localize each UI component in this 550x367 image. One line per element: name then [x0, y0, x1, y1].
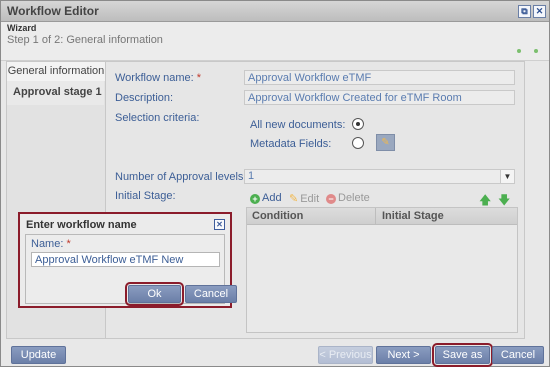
save-as-button[interactable]: Save as: [432, 343, 493, 367]
title-bar: Workflow Editor ⧉ ✕: [1, 1, 549, 22]
wizard-label: Wizard: [7, 23, 37, 33]
update-button[interactable]: Update: [11, 346, 66, 364]
chevron-down-icon: ▼: [500, 170, 514, 183]
previous-button[interactable]: < Previous: [318, 346, 373, 364]
ok-button[interactable]: Ok: [125, 282, 184, 306]
column-divider: [375, 208, 376, 224]
close-icon[interactable]: ✕: [214, 219, 225, 230]
dialog-cancel-button[interactable]: Cancel: [185, 285, 237, 303]
dialog-name-label: Name: *: [31, 238, 71, 250]
delete-button[interactable]: − Delete: [326, 192, 370, 204]
column-condition: Condition: [252, 210, 304, 222]
approval-levels-value: 1: [248, 170, 255, 182]
initial-stage-label: Initial Stage:: [115, 190, 176, 202]
grid-header: Condition Initial Stage: [247, 208, 517, 225]
dialog-name-input[interactable]: Approval Workflow eTMF New: [31, 252, 220, 267]
workflow-name-label: Workflow name: *: [115, 72, 201, 84]
sidebar-item-approval-stage[interactable]: Approval stage 1: [7, 81, 104, 105]
wizard-step: Step 1 of 2: General information: [7, 34, 163, 46]
dialog-title: Enter workflow name: [26, 219, 137, 231]
dialog-body: Name: * Approval Workflow eTMF New Ok Ca…: [25, 234, 237, 306]
column-initial-stage: Initial Stage: [382, 210, 444, 222]
metadata-fields-label: Metadata Fields:: [250, 138, 332, 150]
cancel-button[interactable]: Cancel: [492, 346, 544, 364]
description-label: Description:: [115, 92, 174, 104]
pencil-icon: ✎: [289, 193, 299, 205]
tab-general-information[interactable]: General information: [6, 61, 106, 81]
step-dot-icon: [517, 49, 521, 53]
approval-levels-label: Number of Approval levels:: [115, 171, 247, 183]
grid-toolbar: + Add ✎ Edit − Delete 🡅 🡇: [246, 191, 516, 207]
enter-workflow-name-dialog: Enter workflow name ✕ Name: * Approval W…: [18, 212, 237, 308]
maximize-icon[interactable]: ⧉: [518, 5, 531, 18]
step-dot-icon: [534, 49, 538, 53]
delete-icon: −: [326, 194, 336, 204]
add-icon: +: [250, 194, 260, 204]
initial-stage-grid: Condition Initial Stage: [246, 207, 518, 333]
description-field[interactable]: Approval Workflow Created for eTMF Room: [244, 90, 515, 105]
workflow-editor-window: Workflow Editor ⧉ ✕ Wizard Step 1 of 2: …: [0, 0, 550, 367]
edit-metadata-pencil-icon[interactable]: ✎: [376, 134, 395, 151]
window-title: Workflow Editor: [7, 4, 99, 18]
wizard-header: Wizard Step 1 of 2: General information: [1, 22, 549, 61]
all-new-documents-radio[interactable]: [352, 118, 364, 130]
approval-levels-select[interactable]: 1 ▼: [244, 169, 515, 184]
next-button[interactable]: Next >: [376, 346, 431, 364]
workflow-name-field[interactable]: Approval Workflow eTMF: [244, 70, 515, 85]
metadata-fields-radio[interactable]: [352, 137, 364, 149]
selection-criteria-label: Selection criteria:: [115, 112, 200, 124]
add-button[interactable]: + Add: [250, 192, 282, 204]
all-new-documents-label: All new documents:: [250, 119, 346, 131]
edit-button[interactable]: ✎ Edit: [289, 192, 319, 205]
close-icon[interactable]: ✕: [533, 5, 546, 18]
